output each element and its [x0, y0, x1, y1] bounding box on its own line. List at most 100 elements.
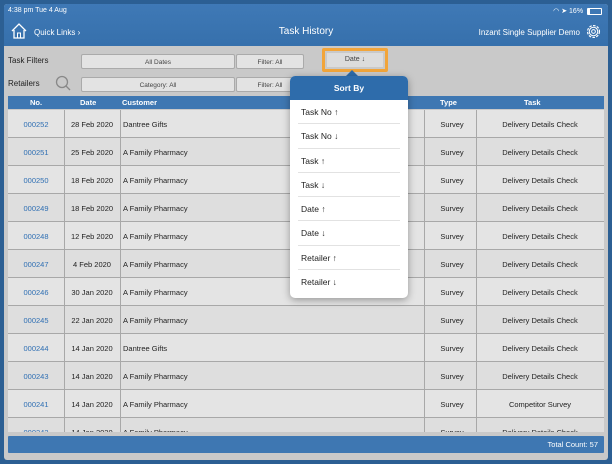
task-customer: A Family Pharmacy [123, 372, 188, 381]
task-customer: A Family Pharmacy [123, 232, 188, 241]
table-row[interactable]: 000243 14 Jan 2020 A Family Pharmacy Survey… [8, 362, 604, 390]
task-date: 14 Jan 2020 [65, 428, 119, 432]
task-name: Delivery Details Check [502, 288, 578, 297]
task-customer: Dantree Gifts [123, 344, 168, 353]
column-divider [476, 250, 477, 277]
date-sort-label: Date ↓ [327, 53, 383, 67]
app-header: 4:38 pm Tue 4 Aug ◠ ➤ 16% Quick Links › … [4, 4, 608, 46]
col-header-no: No. [30, 98, 43, 107]
column-divider [120, 278, 121, 305]
column-divider [424, 418, 425, 432]
column-divider [120, 194, 121, 221]
status-time: 4:38 pm Tue 4 Aug [8, 7, 67, 14]
column-divider [476, 334, 477, 361]
column-divider [476, 390, 477, 417]
gear-icon[interactable] [585, 23, 602, 40]
table-row[interactable]: 00024214 Jan 2020 A Family Pharmacy Survey… [8, 418, 604, 432]
column-divider [424, 278, 425, 305]
col-header-task: Task [524, 98, 541, 107]
column-divider [64, 334, 65, 361]
all-dates-button[interactable]: All Dates [81, 54, 235, 69]
column-divider [64, 250, 65, 277]
task-name: Delivery Details Check [502, 316, 578, 325]
column-divider [120, 110, 121, 137]
task-date: 28 Feb 2020 [70, 120, 114, 129]
table-row[interactable]: 000244 14 Jan 2020 Dantree Gifts Survey Deli… [8, 334, 604, 362]
task-number-link[interactable]: 000246 [8, 288, 64, 297]
column-divider [64, 278, 65, 305]
sort-option[interactable]: Task ↓ [298, 173, 400, 198]
task-name: Competitor Survey [508, 400, 572, 409]
sort-option[interactable]: Task ↑ [298, 149, 400, 173]
task-type: Survey [440, 176, 464, 185]
column-divider [120, 306, 121, 333]
task-filter-button[interactable]: Filter: All [236, 54, 304, 69]
task-number-link[interactable]: 000241 [8, 400, 64, 409]
sort-option[interactable]: Task No ↑ [298, 100, 400, 125]
task-number-link[interactable]: 000245 [8, 316, 64, 325]
col-header-customer: Customer [122, 98, 158, 107]
column-divider [64, 390, 65, 417]
battery-icon [587, 7, 602, 15]
task-date: 14 Jan 2020 [71, 344, 113, 353]
task-date: 25 Feb 2020 [70, 148, 114, 157]
task-type: Survey [440, 204, 464, 213]
task-name: Delivery Details Check [502, 148, 578, 157]
sort-by-title: Sort By [290, 76, 408, 100]
task-name: Delivery Details Check [502, 176, 578, 185]
task-name: Delivery Details Check [502, 232, 578, 241]
task-type: Survey [440, 120, 464, 129]
task-name: Delivery Details Check [502, 344, 578, 353]
sort-option[interactable]: Retailer ↓ [298, 270, 400, 294]
supplier-name: Inzant Single Supplier Demo [478, 28, 580, 37]
task-number-link[interactable]: 000250 [8, 176, 64, 185]
task-number-link[interactable]: 000243 [8, 372, 64, 381]
table-row[interactable]: 000241 14 Jan 2020 A Family Pharmacy Survey… [8, 390, 604, 418]
task-number-link[interactable]: 000249 [8, 204, 64, 213]
task-customer: A Family Pharmacy [123, 400, 188, 409]
date-sort-button[interactable]: Date ↓ [322, 48, 388, 72]
column-divider [476, 110, 477, 137]
column-divider [120, 362, 121, 389]
task-number-link[interactable]: 000247 [8, 260, 64, 269]
sort-option[interactable]: Task No ↓ [298, 124, 400, 149]
task-date: 18 Feb 2020 [70, 204, 114, 213]
task-type: Survey [440, 344, 464, 353]
task-date: 14 Jan 2020 [71, 400, 113, 409]
task-date: 14 Jan 2020 [71, 372, 113, 381]
column-divider [424, 306, 425, 333]
task-customer: A Family Pharmacy [123, 148, 188, 157]
column-divider [64, 222, 65, 249]
column-divider [424, 194, 425, 221]
task-number-link[interactable]: 000244 [8, 344, 64, 353]
category-filter-button[interactable]: Category: All [81, 77, 235, 92]
task-number-link[interactable]: 000242 [8, 428, 64, 432]
search-icon[interactable] [54, 74, 72, 92]
table-footer: Total Count: 57 [8, 436, 604, 453]
task-type: Survey [440, 232, 464, 241]
task-name: Delivery Details Check [502, 372, 578, 381]
column-divider [64, 110, 65, 137]
task-date: 18 Feb 2020 [70, 176, 114, 185]
sort-option[interactable]: Retailer ↑ [298, 246, 400, 271]
task-type: Survey [440, 316, 464, 325]
sort-option[interactable]: Date ↑ [298, 197, 400, 222]
column-divider [476, 278, 477, 305]
task-name: Delivery Details Check [502, 260, 578, 269]
task-number-link[interactable]: 000252 [8, 120, 64, 129]
sort-option[interactable]: Date ↓ [298, 221, 400, 246]
column-divider [424, 334, 425, 361]
wifi-icon: ◠ [553, 8, 560, 15]
task-customer: A Family Pharmacy [123, 288, 188, 297]
task-type: Survey [440, 260, 464, 269]
task-type: Survey [428, 428, 476, 432]
column-divider [120, 250, 121, 277]
table-row[interactable]: 000245 22 Jan 2020 A Family Pharmacy Survey… [8, 306, 604, 334]
battery-percent: 16% [569, 8, 584, 15]
column-divider [476, 418, 477, 432]
column-divider [424, 362, 425, 389]
task-number-link[interactable]: 000251 [8, 148, 64, 157]
task-number-link[interactable]: 000248 [8, 232, 64, 241]
column-divider [424, 222, 425, 249]
task-type: Survey [440, 372, 464, 381]
